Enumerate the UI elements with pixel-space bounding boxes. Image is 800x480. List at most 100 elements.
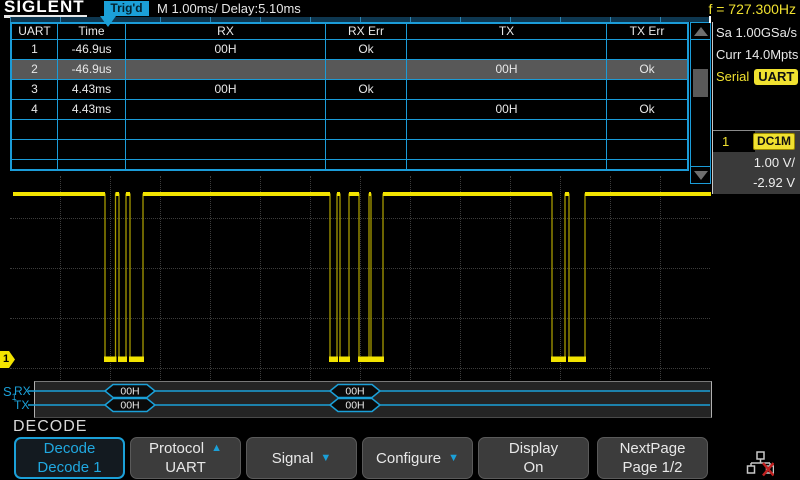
gridline bbox=[160, 176, 161, 380]
svg-text:00H: 00H bbox=[345, 400, 364, 412]
menu-title: DECODE bbox=[13, 418, 87, 436]
gridline bbox=[460, 176, 461, 380]
oscilloscope-screen: SIGLENT Trig'd M 1.00ms/ Delay:5.10ms f … bbox=[0, 0, 800, 480]
table-cell: 00H bbox=[126, 40, 326, 60]
table-row[interactable]: 44.43ms00HOk bbox=[12, 100, 687, 120]
channel1-level-marker-icon: 1 bbox=[0, 351, 15, 368]
column-header: UART bbox=[12, 24, 58, 40]
down-arrow-icon: ▼ bbox=[448, 449, 459, 468]
column-header: TX Err bbox=[607, 24, 687, 40]
svg-text:00H: 00H bbox=[120, 400, 139, 412]
scroll-down-button[interactable] bbox=[691, 166, 710, 183]
table-cell bbox=[12, 160, 58, 171]
table-row[interactable]: 1-46.9us00HOk bbox=[12, 40, 687, 60]
softkey-decode[interactable]: DecodeDecode 1 bbox=[14, 437, 125, 479]
bus-decode-svg: 00H 00H 00H 00H bbox=[0, 380, 712, 420]
serial-status: SerialUART bbox=[716, 69, 798, 85]
table-cell bbox=[326, 140, 407, 160]
menu-bar: DecodeDecode 1Protocol▲UARTSignal▼Config… bbox=[0, 437, 800, 480]
column-header: RX bbox=[126, 24, 326, 40]
memory-depth-readout: Curr 14.0Mpts bbox=[716, 47, 798, 62]
bus-frame-bubble: 00H bbox=[330, 399, 380, 412]
table-cell bbox=[326, 120, 407, 140]
table-cell: -46.9us bbox=[58, 60, 126, 80]
table-cell bbox=[58, 120, 126, 140]
table-cell bbox=[12, 140, 58, 160]
table-cell: Ok bbox=[607, 60, 687, 80]
scrollbar-thumb[interactable] bbox=[693, 69, 708, 97]
softkey-label: NextPage bbox=[620, 439, 686, 458]
gridline bbox=[610, 176, 611, 380]
table-cell bbox=[126, 100, 326, 120]
table-cell bbox=[12, 120, 58, 140]
table-cell bbox=[126, 140, 326, 160]
table-row[interactable] bbox=[12, 140, 687, 160]
softkey-label: Signal bbox=[272, 449, 314, 468]
up-arrow-icon: ▲ bbox=[211, 439, 222, 458]
softkey-label: Configure bbox=[376, 449, 441, 468]
svg-text:00H: 00H bbox=[345, 386, 364, 398]
scroll-down-icon bbox=[694, 171, 708, 180]
softkey-protocol[interactable]: Protocol ▲ UART bbox=[130, 437, 241, 479]
table-cell: 00H bbox=[407, 60, 607, 80]
scroll-up-icon bbox=[694, 27, 708, 36]
softkey-nextpage[interactable]: NextPagePage 1/2 bbox=[597, 437, 708, 479]
table-cell bbox=[326, 160, 407, 171]
table-cell bbox=[607, 140, 687, 160]
table-row[interactable] bbox=[12, 120, 687, 140]
table-cell bbox=[126, 160, 326, 171]
table-cell bbox=[607, 80, 687, 100]
timebase-readout: M 1.00ms/ Delay:5.10ms bbox=[157, 1, 301, 16]
softkey-label: Decode bbox=[44, 439, 96, 458]
table-cell bbox=[58, 160, 126, 171]
trigger-status-badge: Trig'd bbox=[104, 1, 149, 16]
table-cell: 4.43ms bbox=[58, 80, 126, 100]
gridline bbox=[410, 176, 411, 380]
softkey-signal[interactable]: Signal ▼ bbox=[246, 437, 357, 479]
gridline bbox=[110, 176, 111, 380]
table-cell bbox=[407, 80, 607, 100]
table-cell bbox=[607, 160, 687, 171]
gridline bbox=[260, 176, 261, 380]
siglent-logo: SIGLENT bbox=[4, 0, 87, 18]
softkey-value: On bbox=[523, 458, 543, 477]
gridline bbox=[60, 176, 61, 380]
table-row[interactable] bbox=[12, 160, 687, 171]
serial-protocol-badge: UART bbox=[754, 69, 798, 85]
channel1-coupling-badge[interactable]: DC1M bbox=[753, 133, 795, 150]
table-cell: 00H bbox=[407, 100, 607, 120]
decode-table: UARTTimeRXRX ErrTXTX Err1-46.9us00HOk2-4… bbox=[10, 22, 689, 171]
table-cell: 1 bbox=[12, 40, 58, 60]
table-cell: -46.9us bbox=[58, 40, 126, 60]
table-cell: Ok bbox=[326, 40, 407, 60]
softkey-display[interactable]: DisplayOn bbox=[478, 437, 589, 479]
scroll-up-button[interactable] bbox=[691, 23, 710, 40]
softkey-label: Protocol bbox=[149, 439, 204, 458]
softkey-value: UART bbox=[165, 458, 206, 477]
gridline bbox=[310, 176, 311, 380]
softkey-value: Page 1/2 bbox=[622, 458, 682, 477]
table-scrollbar[interactable] bbox=[690, 22, 711, 184]
table-cell: Ok bbox=[326, 80, 407, 100]
table-cell: 4.43ms bbox=[58, 100, 126, 120]
lan-disconnected-icon bbox=[746, 451, 774, 477]
column-header: RX Err bbox=[326, 24, 407, 40]
softkey-value: Decode 1 bbox=[37, 458, 101, 477]
channel1-volts-per-div: 1.00 V/ bbox=[754, 155, 795, 170]
table-row[interactable]: 34.43ms00HOk bbox=[12, 80, 687, 100]
table-cell bbox=[407, 120, 607, 140]
table-cell bbox=[326, 60, 407, 80]
table-cell bbox=[607, 40, 687, 60]
table-cell: 2 bbox=[12, 60, 58, 80]
channel1-info-panel[interactable]: 1 DC1M 1.00 V/ -2.92 V bbox=[713, 130, 800, 194]
table-cell: 00H bbox=[126, 80, 326, 100]
sample-rate-readout: Sa 1.00GSa/s bbox=[716, 25, 797, 40]
down-arrow-icon: ▼ bbox=[320, 449, 331, 468]
svg-text:00H: 00H bbox=[120, 386, 139, 398]
softkey-label: Display bbox=[509, 439, 558, 458]
table-cell bbox=[407, 160, 607, 171]
softkey-configure[interactable]: Configure ▼ bbox=[362, 437, 473, 479]
table-cell bbox=[126, 120, 326, 140]
table-cell bbox=[126, 60, 326, 80]
table-row[interactable]: 2-46.9us 00HOk bbox=[12, 60, 687, 80]
